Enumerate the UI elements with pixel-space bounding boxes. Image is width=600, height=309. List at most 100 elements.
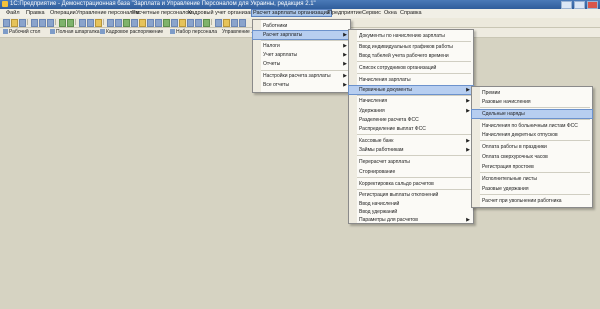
document-icon[interactable] [171, 19, 178, 27]
cut-icon[interactable] [31, 19, 38, 27]
menu-help[interactable]: Справка [400, 10, 422, 16]
desktop-button[interactable]: Рабочий стол [3, 29, 40, 35]
recruitment-button[interactable]: Набор персонала [170, 29, 217, 35]
menu-enterprise[interactable]: Предприятие [328, 10, 362, 16]
desktop-icon [3, 29, 8, 35]
star-icon[interactable] [139, 19, 146, 27]
users-icon[interactable] [195, 19, 202, 27]
menu2-fss-payment-distribution[interactable]: Распределение выплат ФСС [349, 125, 473, 133]
open-folder-icon[interactable] [11, 19, 18, 27]
menu3-one-time-accruals[interactable]: Разовые начисления [472, 98, 592, 106]
menu1-all-reports[interactable]: Все отчеты ▶ [253, 81, 350, 89]
copy-icon[interactable] [39, 19, 46, 27]
minimize-button[interactable] [561, 1, 572, 9]
menu-item-label: Начисления декретных отпусков [482, 132, 558, 138]
payroll-calculation-submenu: Документы по начислению зарплаты Ввод ин… [348, 29, 474, 224]
menu2-cash-bank[interactable]: Кассовые банк ▶ [349, 137, 473, 145]
menu-separator [480, 194, 590, 195]
menu2-reversal[interactable]: Сторнирование [349, 168, 473, 176]
menu-edit[interactable]: Правка [26, 10, 45, 16]
window-icon[interactable] [215, 19, 222, 27]
filter-icon[interactable] [147, 19, 154, 27]
menu-item-label: Распределение выплат ФСС [359, 126, 426, 132]
menu2-payroll-documents[interactable]: Документы по начислению зарплаты [349, 32, 473, 40]
full-cheatsheet-label: Полная шпаргалка [56, 29, 100, 35]
journal-icon[interactable] [179, 19, 186, 27]
menu2-fss-calc-split[interactable]: Разделение расчета ФСС [349, 116, 473, 124]
chart-icon[interactable] [187, 19, 194, 27]
calendar-icon[interactable] [95, 19, 102, 27]
full-cheatsheet-button[interactable]: Полная шпаргалка [50, 29, 100, 35]
management-button[interactable]: Управление ... [222, 29, 255, 35]
menu3-writs-of-execution[interactable]: Исполнительные листы [472, 175, 592, 183]
menu3-bonuses[interactable]: Премии [472, 89, 592, 97]
find-icon[interactable] [79, 19, 86, 27]
menu3-downtime-registration[interactable]: Регистрация простоев [472, 163, 592, 171]
menu2-calculation-parameters[interactable]: Параметры для расчетов ▶ [349, 216, 473, 224]
menu2-timesheets[interactable]: Ввод табелей учета рабочего времени [349, 52, 473, 60]
menu1-employees[interactable]: Работники [253, 22, 350, 30]
calculator-icon[interactable] [87, 19, 94, 27]
menu-item-label: Ввод табелей учета рабочего времени [359, 53, 449, 59]
paste-icon[interactable] [47, 19, 54, 27]
menu1-taxes[interactable]: Налоги ▶ [253, 42, 350, 50]
menu2-accrual-entry[interactable]: Ввод начислений [349, 200, 473, 208]
menu1-payroll-calculation[interactable]: Расчет зарплаты ▶ [252, 30, 351, 40]
menu-file[interactable]: Файл [6, 10, 20, 16]
help-icon[interactable] [107, 19, 114, 27]
menu3-maternity-leave[interactable]: Начисления декретных отпусков [472, 131, 592, 139]
maximize-button[interactable] [574, 1, 585, 9]
menu-separator [357, 189, 471, 190]
hr-order-button[interactable]: Кадровое распоряжение [100, 29, 163, 35]
menu-payroll[interactable]: Расчет зарплаты организаций [251, 9, 332, 17]
submenu-arrow-icon: ▶ [466, 87, 470, 93]
menu-operations[interactable]: Операции [50, 10, 76, 16]
info-icon[interactable] [239, 19, 246, 27]
menu-service[interactable]: Сервис [362, 10, 381, 16]
menu-item-label: Разовые удержания [482, 186, 529, 192]
menu3-holiday-work-pay[interactable]: Оплата работы в праздники [472, 143, 592, 151]
menu2-individual-schedules[interactable]: Ввод индивидуальных графиков работы [349, 43, 473, 51]
menu-separator [261, 70, 348, 71]
menu3-overtime-pay[interactable]: Оплата сверхурочных часов [472, 153, 592, 161]
redo-icon[interactable] [67, 19, 74, 27]
menu2-deviation-registration[interactable]: Регистрация выплаты отклонений [349, 191, 473, 199]
save-icon[interactable] [19, 19, 26, 27]
menu2-deductions[interactable]: Удержания ▶ [349, 107, 473, 115]
print-icon[interactable] [115, 19, 122, 27]
menu2-employee-list[interactable]: Список сотрудников организаций [349, 64, 473, 72]
refresh-icon[interactable] [123, 19, 130, 27]
menu-personnel-settlements[interactable]: Расчетные персоналом [132, 10, 192, 16]
tools-icon[interactable] [231, 19, 238, 27]
menu2-employee-loans[interactable]: Займы работникам ▶ [349, 146, 473, 154]
menu3-dismissal-calculation[interactable]: Расчет при увольнении работника [472, 197, 592, 205]
menu-separator [480, 140, 590, 141]
recruitment-icon [170, 29, 175, 35]
undo-icon[interactable] [59, 19, 66, 27]
menu2-payroll-recalculation[interactable]: Перерасчет зарплаты [349, 158, 473, 166]
submenu-arrow-icon: ▶ [466, 138, 470, 144]
menu2-payroll-accruals[interactable]: Начисления зарплаты [349, 76, 473, 84]
menu1-payroll-accounting[interactable]: Учет зарплаты ▶ [253, 51, 350, 59]
menu3-one-time-deductions[interactable]: Разовые удержания [472, 185, 592, 193]
menu-windows[interactable]: Окна [384, 10, 397, 16]
menu1-payroll-settings[interactable]: Настройки расчета зарплаты ▶ [253, 72, 350, 80]
menu2-accruals[interactable]: Начисления ▶ [349, 97, 473, 105]
menu-item-label: Ввод удержаний [359, 209, 398, 215]
menu-hr-records[interactable]: Кадровый учет организаций [188, 10, 260, 16]
menu2-primary-documents[interactable]: Первичные документы ▶ [348, 85, 474, 95]
run-icon[interactable] [203, 19, 210, 27]
menu-hr-management[interactable]: Управление персоналом [76, 10, 139, 16]
menu2-balance-adjustment[interactable]: Корректировка сальдо расчетов [349, 180, 473, 188]
menu-separator [357, 41, 471, 42]
new-document-icon[interactable] [3, 19, 10, 27]
close-button[interactable] [587, 1, 598, 9]
folder-icon[interactable] [223, 19, 230, 27]
menu2-deduction-entry[interactable]: Ввод удержаний [349, 208, 473, 216]
settings-icon[interactable] [131, 19, 138, 27]
report-icon[interactable] [163, 19, 170, 27]
menu3-piecework-orders[interactable]: Сдельные наряды [471, 109, 593, 119]
menu3-sick-leave-fss[interactable]: Начисления по больничным листам ФСС [472, 122, 592, 130]
list-icon[interactable] [155, 19, 162, 27]
menu1-reports[interactable]: Отчеты ▶ [253, 60, 350, 68]
